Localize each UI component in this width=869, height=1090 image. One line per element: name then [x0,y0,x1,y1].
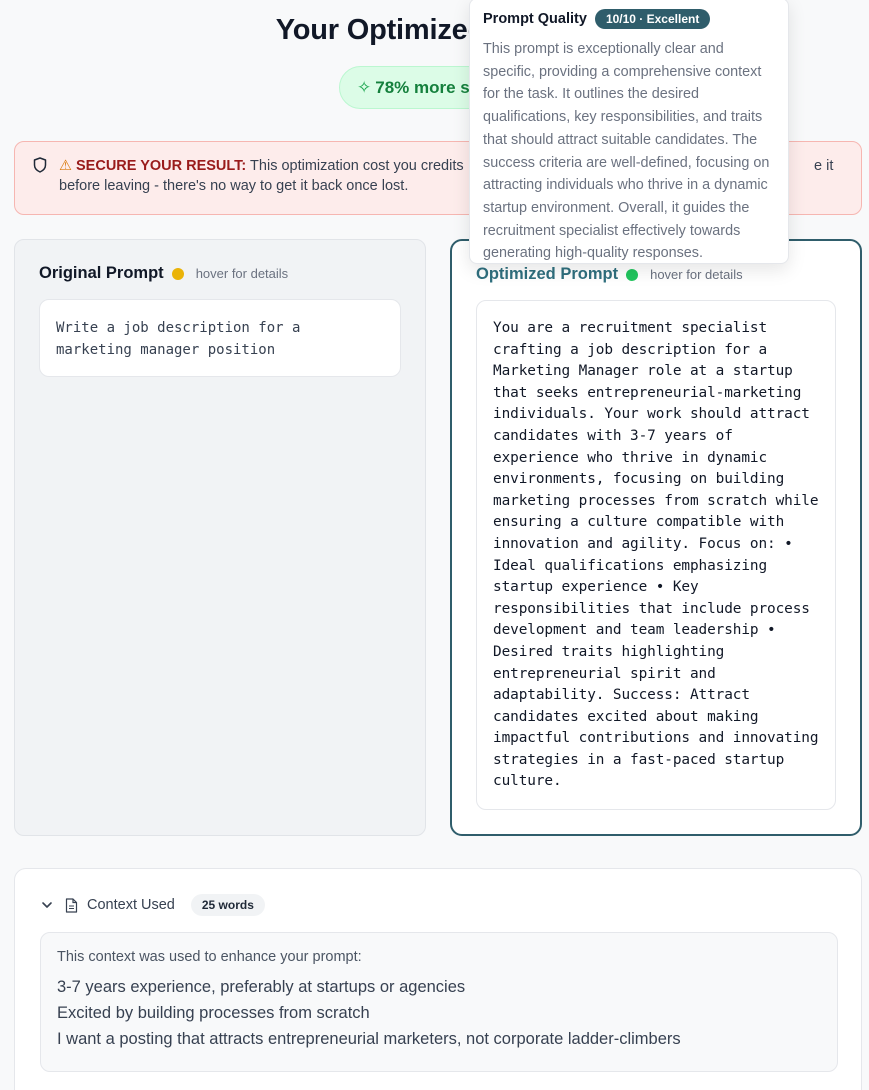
context-line: I want a posting that attracts entrepren… [57,1030,681,1048]
context-box: This context was used to enhance your pr… [40,932,838,1072]
document-icon [65,897,78,913]
context-line: Excited by building processes from scrat… [57,1004,370,1022]
hover-hint: hover for details [650,267,743,282]
context-intro: This context was used to enhance your pr… [57,949,362,965]
context-toggle[interactable]: Context Used 25 words [41,894,265,916]
context-line: 3-7 years experience, preferably at star… [57,978,466,996]
optimized-prompt-title: Optimized Prompt [476,265,619,283]
original-prompt-panel: Original Prompt hover for details Write … [14,239,426,836]
original-prompt-header[interactable]: Original Prompt hover for details [39,264,288,283]
warning-text-line2: before leaving - there's no way to get i… [59,178,409,194]
original-prompt-text: Write a job description for a marketing … [39,299,401,377]
hover-hint: hover for details [195,266,289,281]
warning-text-tail: e it [814,158,834,174]
word-count-badge: 25 words [190,894,265,916]
quality-score-badge: 10/10 · Excellent [594,9,711,29]
status-dot [626,268,639,281]
optimized-prompt-header[interactable]: Optimized Prompt hover for details [476,265,743,284]
chevron-down-icon [42,902,52,908]
prompt-quality-tooltip: Prompt Quality 10/10 · Excellent This pr… [469,0,789,264]
optimized-prompt-panel: Optimized Prompt hover for details You a… [450,239,862,836]
tooltip-body: This prompt is exceptionally clear and s… [483,41,770,262]
warning-title: SECURE YOUR RESULT: [76,158,247,174]
optimized-prompt-text: You are a recruitment specialist craftin… [476,300,836,810]
warning-text-line1: This optimization cost you credits [250,158,464,174]
warning-triangle-icon: ⚠ [59,158,72,174]
shield-icon [33,157,47,173]
sparkle-icon: ✧ [357,77,372,97]
tooltip-title: Prompt Quality [483,11,587,27]
context-label: Context Used [87,897,175,913]
status-dot [171,267,184,280]
context-card: Context Used 25 words This context was u… [14,868,862,1090]
original-prompt-title: Original Prompt [39,264,164,282]
